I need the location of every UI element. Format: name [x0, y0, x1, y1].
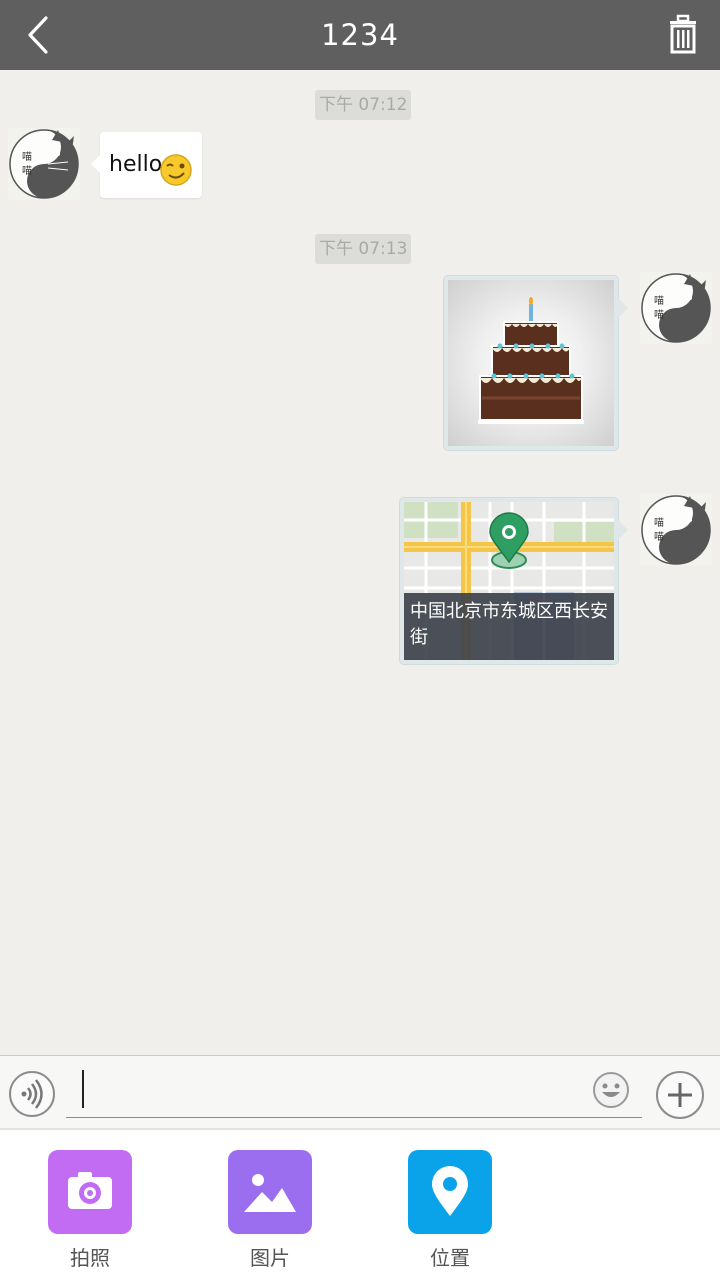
message-input-bar — [0, 1055, 720, 1128]
tool-label: 图片 — [250, 1246, 290, 1270]
svg-text:喵: 喵 — [654, 295, 664, 307]
attachment-panel: 拍照 图片 位置 — [0, 1128, 720, 1280]
map-thumbnail: 中国北京市东城区西长安街 — [404, 502, 614, 660]
svg-text:喵: 喵 — [22, 151, 32, 163]
message-text: hello — [109, 152, 163, 177]
chat-header: 1234 — [0, 0, 720, 70]
timestamp: 下午 07:12 — [315, 90, 412, 120]
voice-wave-icon[interactable] — [9, 1071, 55, 1117]
smiley-icon[interactable] — [592, 1071, 630, 1109]
location-pin-icon — [408, 1150, 492, 1234]
tool-label: 拍照 — [70, 1246, 110, 1270]
tool-label: 位置 — [430, 1246, 470, 1270]
svg-text:喵: 喵 — [22, 165, 32, 177]
birthday-cake-sticker — [448, 280, 614, 446]
location-address: 中国北京市东城区西长安街 — [404, 593, 614, 660]
camera-icon — [48, 1150, 132, 1234]
text-caret — [82, 1070, 84, 1108]
avatar[interactable]: 喵 喵 — [640, 494, 712, 566]
image-bubble[interactable] — [444, 276, 628, 450]
location-bubble[interactable]: 中国北京市东城区西长安街 — [400, 498, 628, 664]
trash-icon[interactable] — [664, 14, 702, 54]
picture-button[interactable]: 图片 — [210, 1150, 330, 1275]
plus-icon[interactable] — [656, 1071, 704, 1119]
timestamp: 下午 07:13 — [315, 234, 412, 264]
wink-emoji-icon — [160, 154, 192, 186]
picture-icon — [228, 1150, 312, 1234]
svg-text:喵: 喵 — [654, 517, 664, 529]
text-bubble[interactable]: hello — [91, 132, 202, 198]
svg-text:喵: 喵 — [654, 531, 664, 543]
camera-button[interactable]: 拍照 — [30, 1150, 150, 1275]
avatar[interactable]: 喵 喵 — [640, 272, 712, 344]
chat-title: 1234 — [321, 18, 399, 52]
location-button[interactable]: 位置 — [390, 1150, 510, 1275]
avatar[interactable]: 喵 喵 — [8, 128, 80, 200]
message-input[interactable] — [66, 1064, 642, 1118]
svg-text:喵: 喵 — [654, 309, 664, 321]
